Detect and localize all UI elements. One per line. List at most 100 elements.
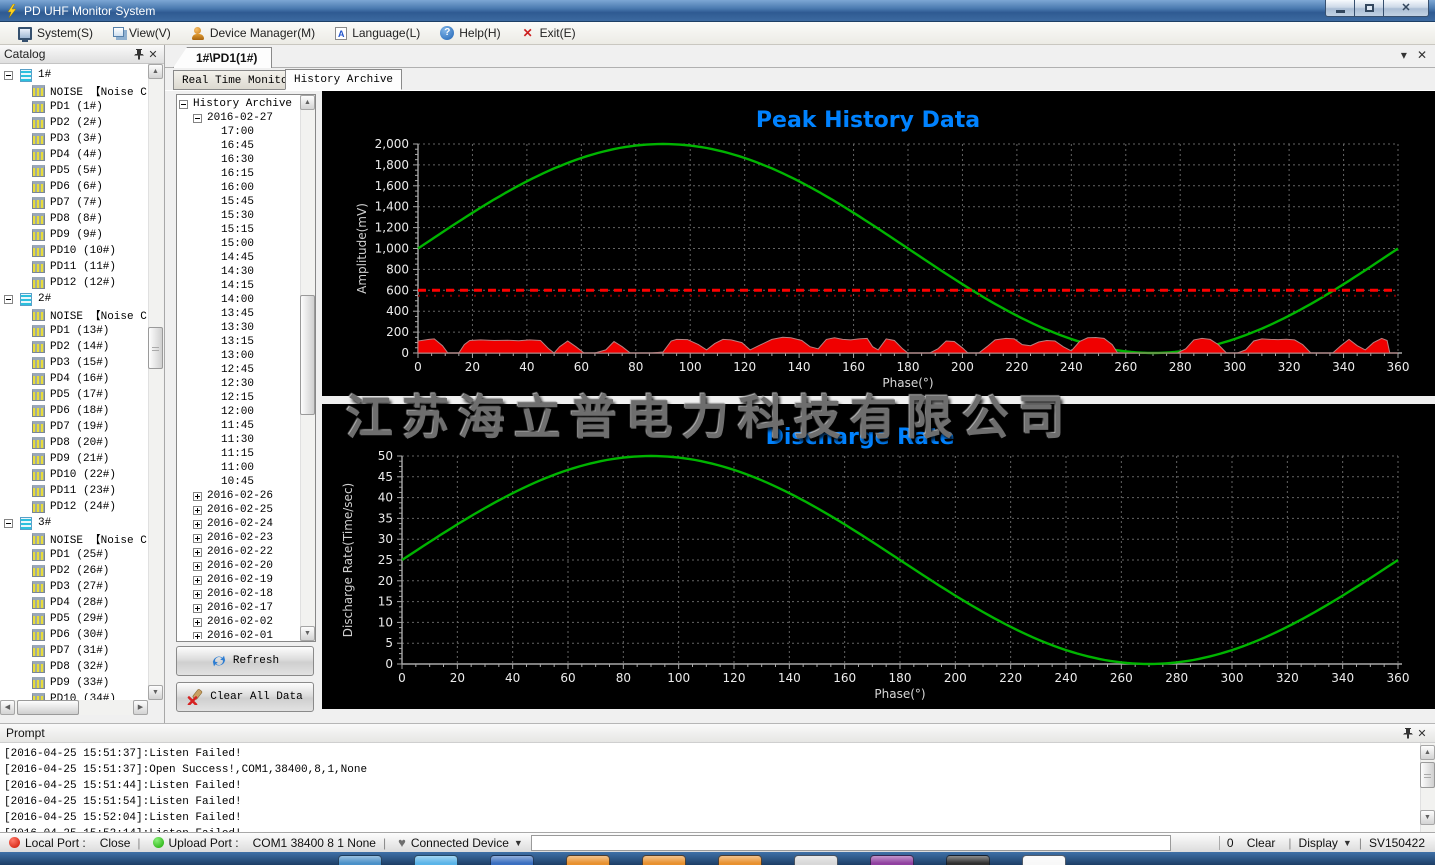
catalog-scroll-down-icon[interactable]: ▼ <box>148 685 163 700</box>
archive-time-item[interactable]: 16:00 <box>179 181 299 195</box>
archive-date-collapsed[interactable]: 2016-02-19 <box>179 573 299 587</box>
minimize-button[interactable] <box>1325 0 1355 17</box>
taskbar-app-icon[interactable] <box>1022 855 1066 865</box>
expand-icon[interactable] <box>193 561 202 571</box>
archive-time-item[interactable]: 13:45 <box>179 307 299 321</box>
prompt-close-icon[interactable]: ✕ <box>1415 726 1429 740</box>
catalog-scroll-up-icon[interactable]: ▲ <box>148 64 163 79</box>
tree-item[interactable]: PD12 (12#) <box>4 275 148 291</box>
archive-date-collapsed[interactable]: 2016-02-25 <box>179 503 299 517</box>
collapse-icon[interactable] <box>4 294 13 304</box>
tree-item[interactable]: PD3 (15#) <box>4 355 148 371</box>
collapse-icon[interactable] <box>179 99 188 109</box>
taskbar-app-icon[interactable] <box>566 855 610 865</box>
expand-icon[interactable] <box>193 547 202 557</box>
tree-item[interactable]: PD12 (24#) <box>4 499 148 515</box>
windows-taskbar[interactable] <box>0 852 1435 865</box>
tab-list-chevron-down-icon[interactable]: ▾ <box>1401 48 1407 62</box>
tree-item[interactable]: PD5 (29#) <box>4 611 148 627</box>
expand-icon[interactable] <box>193 575 202 585</box>
archive-scroll-up-icon[interactable]: ▲ <box>300 95 315 110</box>
archive-time-item[interactable]: 12:30 <box>179 377 299 391</box>
tree-item[interactable]: PD6 (30#) <box>4 627 148 643</box>
tree-group-2[interactable]: 2# <box>4 291 148 307</box>
archive-time-item[interactable]: 13:00 <box>179 349 299 363</box>
tree-item[interactable]: PD5 (5#) <box>4 163 148 179</box>
archive-scroll-down-icon[interactable]: ▼ <box>300 626 315 641</box>
log-scroll-down-icon[interactable]: ▼ <box>1420 810 1435 825</box>
close-button[interactable]: ✕ <box>1383 0 1429 17</box>
log-vscroll-thumb[interactable] <box>1420 762 1435 788</box>
archive-time-item[interactable]: 12:45 <box>179 363 299 377</box>
catalog-vscroll-track[interactable] <box>148 64 163 700</box>
archive-date-collapsed[interactable]: 2016-02-17 <box>179 601 299 615</box>
archive-date-expanded[interactable]: 2016-02-27 <box>179 111 299 125</box>
tree-item[interactable]: PD8 (20#) <box>4 435 148 451</box>
menu-exit[interactable]: Exit(E) <box>513 24 588 42</box>
pin-icon[interactable] <box>132 47 146 61</box>
archive-date-collapsed[interactable]: 2016-02-23 <box>179 531 299 545</box>
taskbar-app-icon[interactable] <box>718 855 762 865</box>
collapse-icon[interactable] <box>4 70 13 80</box>
close-panel-icon[interactable]: ✕ <box>146 47 160 61</box>
menu-view[interactable]: View(V) <box>105 24 183 42</box>
tree-item[interactable]: PD7 (19#) <box>4 419 148 435</box>
archive-time-item[interactable]: 12:00 <box>179 405 299 419</box>
tree-item[interactable]: PD10 (10#) <box>4 243 148 259</box>
prompt-pin-icon[interactable] <box>1401 726 1415 740</box>
tree-item[interactable]: PD11 (23#) <box>4 483 148 499</box>
catalog-hscroll-thumb[interactable] <box>17 700 79 715</box>
archive-date-collapsed[interactable]: 2016-02-02 <box>179 615 299 629</box>
expand-icon[interactable] <box>193 505 202 515</box>
tree-item[interactable]: NOISE 【Noise C <box>4 307 148 323</box>
archive-time-item[interactable]: 12:15 <box>179 391 299 405</box>
archive-time-item[interactable]: 16:15 <box>179 167 299 181</box>
archive-time-item[interactable]: 14:00 <box>179 293 299 307</box>
archive-time-item[interactable]: 11:15 <box>179 447 299 461</box>
tree-item[interactable]: PD4 (16#) <box>4 371 148 387</box>
tree-item[interactable]: PD6 (18#) <box>4 403 148 419</box>
expand-icon[interactable] <box>193 589 202 599</box>
catalog-scroll-left-icon[interactable]: ◀ <box>0 700 15 715</box>
tab-real-time-monitor[interactable]: Real Time Monitor <box>173 70 304 90</box>
archive-time-item[interactable]: 15:45 <box>179 195 299 209</box>
tree-item[interactable]: NOISE 【Noise C <box>4 83 148 99</box>
expand-icon[interactable] <box>193 533 202 543</box>
taskbar-app-icon[interactable] <box>338 855 382 865</box>
archive-date-collapsed[interactable]: 2016-02-22 <box>179 545 299 559</box>
clear-all-data-button[interactable]: Clear All Data <box>176 682 314 712</box>
tree-item[interactable]: PD4 (4#) <box>4 147 148 163</box>
taskbar-app-icon[interactable] <box>946 855 990 865</box>
tree-item[interactable]: PD8 (8#) <box>4 211 148 227</box>
tree-item[interactable]: PD8 (32#) <box>4 659 148 675</box>
taskbar-app-icon[interactable] <box>490 855 534 865</box>
tab-close-icon[interactable]: ✕ <box>1417 48 1427 62</box>
menu-device-manager[interactable]: Device Manager(M) <box>183 24 327 42</box>
archive-time-item[interactable]: 10:45 <box>179 475 299 489</box>
clear-log-button[interactable]: Clear <box>1241 836 1282 850</box>
tree-item[interactable]: PD7 (7#) <box>4 195 148 211</box>
archive-time-item[interactable]: 11:30 <box>179 433 299 447</box>
expand-icon[interactable] <box>193 631 202 639</box>
tree-item[interactable]: PD3 (3#) <box>4 131 148 147</box>
archive-time-item[interactable]: 16:30 <box>179 153 299 167</box>
expand-icon[interactable] <box>193 491 202 501</box>
collapse-icon[interactable] <box>4 518 13 528</box>
archive-date-collapsed[interactable]: 2016-02-01 <box>179 629 299 639</box>
menu-language[interactable]: Language(L) <box>327 24 432 42</box>
archive-date-collapsed[interactable]: 2016-02-24 <box>179 517 299 531</box>
taskbar-app-icon[interactable] <box>870 855 914 865</box>
taskbar-app-icon[interactable] <box>794 855 838 865</box>
status-input-field[interactable] <box>530 834 1171 851</box>
archive-vscroll-thumb[interactable] <box>300 295 315 415</box>
display-chevron-down-icon[interactable]: ▼ <box>1343 838 1352 848</box>
device-chevron-down-icon[interactable]: ▼ <box>514 838 523 848</box>
archive-time-item[interactable]: 13:30 <box>179 321 299 335</box>
catalog-vscroll-thumb[interactable] <box>148 327 163 369</box>
menu-system[interactable]: System(S) <box>10 24 105 42</box>
refresh-button[interactable]: Refresh <box>176 646 314 676</box>
collapse-icon[interactable] <box>193 113 202 123</box>
tree-item[interactable]: PD10 (34#) <box>4 691 148 700</box>
archive-root[interactable]: History Archive <box>179 97 299 111</box>
archive-time-item[interactable]: 17:00 <box>179 125 299 139</box>
